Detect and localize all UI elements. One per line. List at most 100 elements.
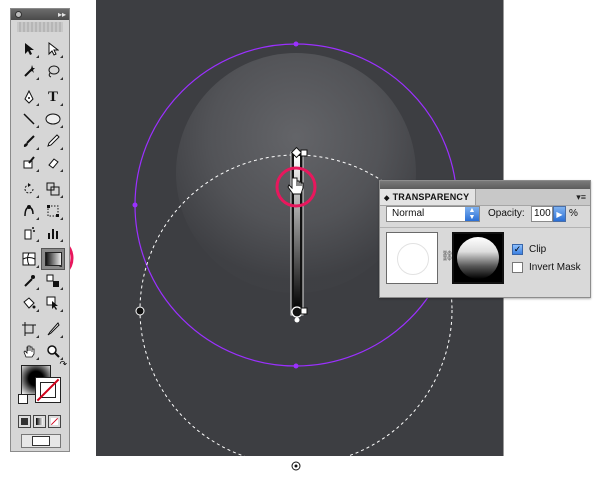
live-paint-selection-icon — [46, 296, 58, 310]
eyedropper-tool[interactable] — [17, 270, 41, 292]
eraser-icon — [48, 158, 59, 169]
live-paint-selection-tool[interactable] — [41, 292, 65, 314]
opacity-popup-button[interactable]: ▶ — [553, 206, 566, 222]
gradient-stop-center[interactable] — [294, 317, 300, 323]
none-mode-button[interactable] — [48, 415, 61, 428]
eyedropper-icon — [24, 275, 35, 287]
rotate-icon — [24, 183, 34, 194]
live-paint-bucket-tool[interactable] — [17, 292, 41, 314]
screen-mode-icon — [32, 436, 50, 446]
scale-icon — [46, 182, 60, 196]
direct-selection-icon — [48, 42, 59, 56]
color-mode-button[interactable] — [18, 415, 31, 428]
tab-label: TRANSPARENCY — [392, 192, 470, 202]
pen-tool[interactable] — [17, 86, 41, 108]
panel-menu-icon[interactable]: ▾≡ — [576, 189, 586, 205]
invert-mask-row: Invert Mask — [512, 262, 581, 273]
mesh-icon — [22, 252, 36, 266]
gradient-mode-button[interactable] — [33, 415, 46, 428]
blend-mode-select[interactable]: Normal ▲ ▼ — [386, 206, 480, 222]
path-anchor-left[interactable] — [132, 202, 138, 208]
color-mode-row — [18, 415, 61, 428]
line-segment-tool[interactable] — [17, 108, 41, 130]
stroke-swatch[interactable] — [35, 377, 61, 403]
zoom-icon — [47, 345, 60, 358]
gradient-tool[interactable] — [41, 248, 65, 270]
line-segment-icon — [23, 113, 35, 125]
panel-grip[interactable] — [17, 22, 63, 32]
artboard-tool[interactable] — [17, 318, 41, 340]
pencil-tool[interactable] — [41, 130, 65, 152]
pen-icon — [24, 90, 34, 104]
type-icon: T — [47, 88, 58, 105]
slice-tool[interactable] — [41, 318, 65, 340]
rotate-tool[interactable] — [17, 178, 41, 200]
clip-label: Clip — [529, 244, 547, 255]
panel-divider — [380, 227, 590, 228]
blend-tool[interactable] — [41, 270, 65, 292]
hand-icon — [23, 345, 35, 358]
ellipse-tool[interactable] — [41, 108, 65, 130]
ellipse-icon — [45, 113, 61, 125]
eraser-tool[interactable] — [41, 152, 65, 174]
paintbrush-tool[interactable] — [17, 130, 41, 152]
paintbrush-icon — [23, 135, 35, 147]
opacity-mask-thumbnail[interactable] — [452, 232, 504, 284]
blend-mode-value: Normal — [392, 208, 425, 219]
close-icon[interactable] — [15, 11, 22, 18]
lasso-icon — [48, 65, 60, 78]
type-tool[interactable]: T — [41, 86, 65, 108]
scale-tool[interactable] — [41, 178, 65, 200]
selection-icon — [25, 43, 34, 55]
column-graph-tool[interactable] — [41, 222, 65, 244]
live-paint-bucket-icon — [23, 297, 36, 309]
path-anchor-bottom[interactable] — [293, 363, 299, 369]
swap-fill-stroke-icon[interactable]: ↷ — [59, 359, 67, 370]
slice-icon — [47, 322, 60, 336]
path-anchor-top[interactable] — [293, 41, 299, 47]
ellipse-handle-left[interactable] — [135, 306, 145, 316]
magic-wand-tool[interactable] — [17, 60, 41, 82]
invert-mask-checkbox[interactable] — [512, 262, 523, 273]
default-fill-stroke-icon[interactable] — [18, 394, 28, 404]
blob-brush-icon — [23, 156, 35, 169]
tool-grid: T — [17, 38, 65, 362]
screen-mode-button[interactable] — [21, 434, 61, 448]
invert-mask-label: Invert Mask — [529, 262, 581, 273]
clip-checkbox[interactable]: ✓ — [512, 244, 523, 255]
collapse-icon[interactable]: ▸▸ — [58, 9, 66, 20]
artwork-thumbnail[interactable] — [386, 232, 438, 284]
warp-icon — [24, 205, 34, 217]
gradient-end-handle[interactable] — [300, 307, 308, 315]
lasso-tool[interactable] — [41, 60, 65, 82]
blob-brush-tool[interactable] — [17, 152, 41, 174]
selection-tool[interactable] — [17, 38, 41, 60]
tools-panel: ▸▸ T ↷ — [10, 8, 70, 452]
artboard-icon — [22, 322, 36, 336]
opacity-label: Opacity: — [488, 208, 525, 219]
gradient-end-square[interactable] — [300, 149, 308, 157]
opacity-unit: % — [569, 208, 578, 219]
magic-wand-icon — [24, 65, 35, 77]
symbol-sprayer-icon — [24, 227, 35, 240]
direct-selection-tool[interactable] — [41, 38, 65, 60]
free-transform-tool[interactable] — [41, 200, 65, 222]
select-arrows-icon: ▲ ▼ — [465, 207, 479, 221]
mesh-tool[interactable] — [17, 248, 41, 270]
chevron-right-icon: ▶ — [556, 210, 563, 219]
pencil-icon — [47, 134, 60, 147]
column-graph-icon — [48, 229, 58, 239]
warp-tool[interactable] — [17, 200, 41, 222]
panel-tabbar: ◆ TRANSPARENCY ▾≡ — [380, 189, 590, 206]
panel-titlebar[interactable] — [380, 181, 590, 189]
hand-tool[interactable] — [17, 340, 41, 362]
clip-row: ✓ Clip — [512, 244, 546, 255]
gradient-icon — [44, 252, 62, 266]
tab-transparency[interactable]: ◆ TRANSPARENCY — [380, 189, 476, 205]
free-transform-icon — [47, 205, 59, 217]
fill-stroke-widget: ↷ — [18, 359, 67, 407]
opacity-input[interactable]: 100 — [531, 206, 553, 222]
tools-titlebar[interactable]: ▸▸ — [11, 9, 69, 20]
blend-icon — [46, 274, 59, 287]
symbol-sprayer-tool[interactable] — [17, 222, 41, 244]
